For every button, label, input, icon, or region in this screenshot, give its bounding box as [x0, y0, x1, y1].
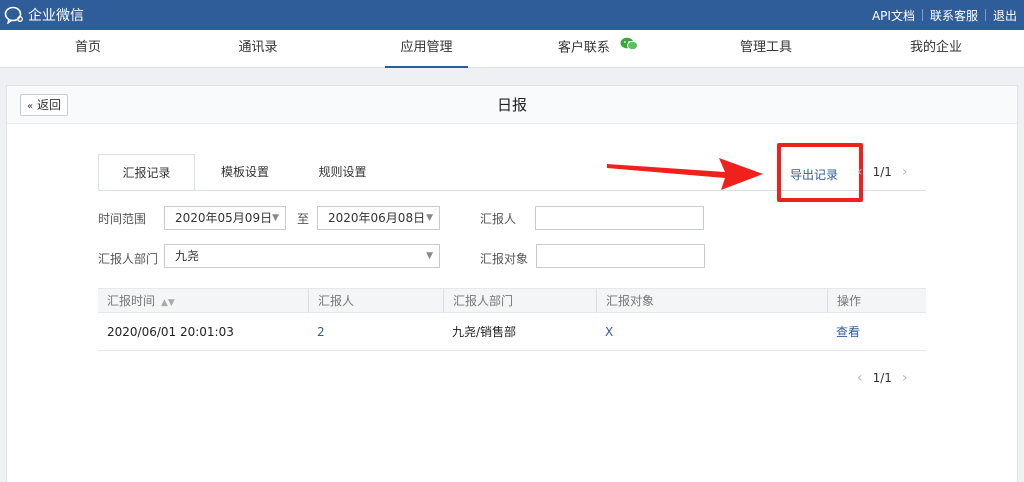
main-nav: 首页 通讯录 应用管理 客户联系 管理工具 我的企业: [0, 30, 1024, 68]
col-reporter-dept: 汇报人部门: [443, 289, 596, 313]
tab-report-records-label: 汇报记录: [122, 166, 171, 180]
nav-management-tools-label: 管理工具: [739, 40, 792, 55]
col-report-time[interactable]: 汇报时间 ▲▼: [98, 289, 308, 313]
app-logo[interactable]: 企业微信: [4, 5, 84, 25]
time-range-label: 时间范围: [98, 212, 147, 226]
page-indicator: 1/1: [872, 165, 892, 179]
chevron-right-icon[interactable]: ›: [892, 370, 918, 386]
back-button-label: 返回: [36, 98, 61, 112]
logout-link[interactable]: 退出: [986, 7, 1024, 24]
tab-report-records[interactable]: 汇报记录: [98, 154, 195, 191]
to-label: 至: [297, 212, 310, 226]
cell-report-target-link[interactable]: X: [596, 313, 613, 351]
api-docs-link[interactable]: API文档: [865, 7, 922, 24]
nav-customer-contact-label: 客户联系: [557, 40, 610, 56]
caret-down-icon: ▼: [272, 213, 279, 223]
report-target-label: 汇报对象: [480, 252, 529, 266]
wechat-icon: [620, 30, 638, 66]
sort-icon[interactable]: ▲▼: [161, 298, 175, 308]
back-button[interactable]: « 返回: [20, 94, 68, 116]
col-actions: 操作: [827, 289, 926, 313]
col-reporter-label: 汇报人: [318, 294, 355, 308]
nav-app-management[interactable]: 应用管理: [385, 30, 468, 68]
col-report-target: 汇报对象: [596, 289, 827, 313]
tab-rule-settings-label: 规则设置: [318, 165, 367, 179]
table-row: 2020/06/01 20:01:03 2 九尧/销售部 X 查看: [98, 313, 926, 351]
reporter-label: 汇报人: [480, 212, 517, 226]
caret-down-icon: ▼: [426, 213, 433, 223]
chevron-left-icon[interactable]: ‹: [847, 370, 873, 386]
red-arrow-icon: [607, 158, 763, 190]
start-date-select[interactable]: 2020年05月09日 ▼: [164, 206, 286, 230]
reporter-input[interactable]: [535, 206, 704, 230]
top-bar: 企业微信 API文档 联系客服 退出: [0, 0, 1024, 30]
col-reporter: 汇报人: [308, 289, 443, 313]
report-panel: « 返回 日报 汇报记录 模板设置 规则设置 导出记录 ‹ 1/1 › 时间范围…: [6, 85, 1018, 482]
bottom-pager: ‹ 1/1 ›: [847, 370, 918, 386]
top-links: API文档 联系客服 退出: [865, 0, 1024, 30]
nav-my-company-label: 我的企业: [909, 40, 962, 55]
nav-contacts-label: 通讯录: [238, 40, 278, 55]
caret-down-icon: ▼: [426, 251, 433, 261]
nav-customer-contact[interactable]: 客户联系: [548, 30, 648, 68]
reporter-dept-label: 汇报人部门: [98, 252, 159, 266]
wecom-logo-icon: [4, 6, 24, 25]
contact-support-link[interactable]: 联系客服: [923, 7, 985, 24]
cell-reporter-link[interactable]: 2: [308, 313, 325, 351]
tab-template-settings-label: 模板设置: [220, 165, 269, 179]
double-chevron-left-icon: «: [27, 101, 34, 112]
cell-reporter-dept: 九尧/销售部: [452, 325, 517, 339]
view-link[interactable]: 查看: [827, 313, 860, 351]
col-actions-label: 操作: [837, 294, 862, 308]
panel-header: « 返回 日报: [7, 86, 1017, 124]
nav-my-company[interactable]: 我的企业: [900, 30, 972, 68]
page-title: 日报: [496, 96, 527, 114]
chevron-right-icon[interactable]: ›: [892, 164, 918, 180]
col-reporter-dept-label: 汇报人部门: [453, 294, 514, 308]
chevron-left-icon[interactable]: ‹: [847, 164, 873, 180]
nav-app-management-label: 应用管理: [400, 40, 453, 55]
nav-management-tools[interactable]: 管理工具: [730, 30, 802, 68]
end-date-select[interactable]: 2020年06月08日 ▼: [317, 206, 440, 230]
report-target-input[interactable]: [536, 244, 705, 268]
col-report-target-label: 汇报对象: [606, 294, 655, 308]
cell-report-time: 2020/06/01 20:01:03: [107, 325, 234, 339]
nav-contacts[interactable]: 通讯录: [226, 30, 290, 68]
page-indicator: 1/1: [872, 371, 892, 385]
app-name: 企业微信: [28, 8, 84, 24]
reporter-dept-value: 九尧: [175, 249, 200, 263]
nav-home[interactable]: 首页: [58, 30, 118, 68]
table-header: 汇报时间 ▲▼ 汇报人 汇报人部门 汇报对象 操作: [98, 288, 926, 313]
start-date-value: 2020年05月09日: [175, 211, 273, 225]
reporter-dept-select[interactable]: 九尧 ▼: [164, 244, 440, 268]
top-pager: ‹ 1/1 ›: [847, 164, 918, 180]
nav-home-label: 首页: [74, 40, 101, 55]
end-date-value: 2020年06月08日: [328, 211, 426, 225]
tab-rule-settings[interactable]: 规则设置: [295, 154, 390, 191]
tab-template-settings[interactable]: 模板设置: [195, 154, 295, 191]
col-report-time-label: 汇报时间: [107, 294, 156, 308]
